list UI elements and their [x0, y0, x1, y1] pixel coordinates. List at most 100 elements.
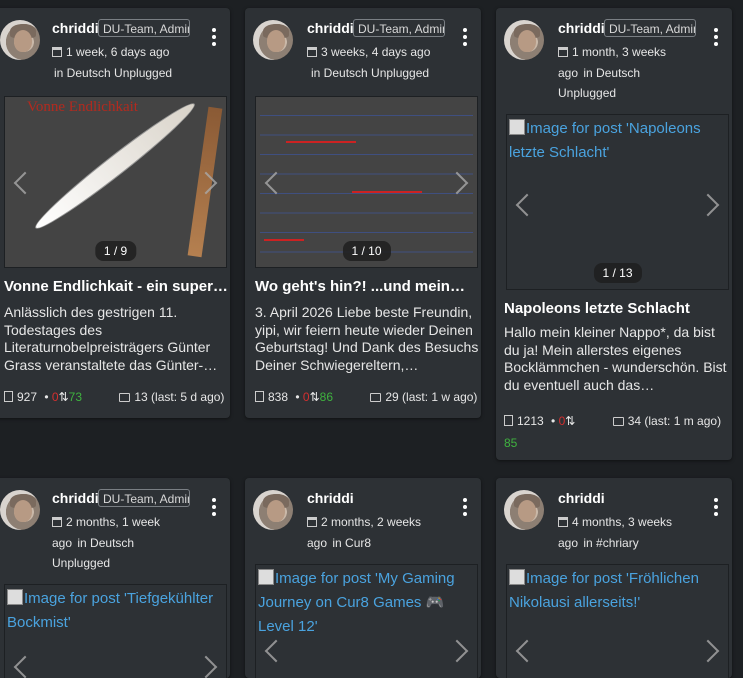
post-excerpt[interactable]: 3. April 2026 Liebe beste Freundin, yipi… [255, 304, 479, 374]
broken-image: Image for post 'My Gaming Journey on Cur… [258, 569, 455, 635]
calendar-icon [307, 47, 317, 57]
comment-count[interactable]: 13 (last: 5 d ago) [134, 390, 224, 404]
post-excerpt[interactable]: Anlässlich des gestrigen 11. Todestages … [4, 304, 228, 374]
post-community[interactable]: in Deutsch Unplugged [54, 66, 172, 80]
comment-count[interactable]: 29 (last: 1 w ago) [385, 390, 477, 404]
post-card[interactable]: chriddi 4 months, 3 weeks ago in #chriar… [496, 478, 732, 678]
chevron-right-icon[interactable] [696, 193, 720, 217]
view-count: 1213 [517, 414, 544, 428]
image-icon [7, 589, 23, 605]
slide-counter: 1 / 13 [593, 263, 642, 283]
post-meta: 2 months, 1 week ago in Deutsch Unplugge… [52, 512, 172, 574]
author-name[interactable]: chriddi [558, 490, 605, 506]
comment-icon [119, 393, 131, 402]
role-badge: DU-Team, Admin [604, 19, 696, 37]
chevron-right-icon[interactable] [445, 639, 469, 663]
view-count: 927 [17, 390, 38, 404]
post-title[interactable]: Wo geht's hin?! ...und mein… [255, 278, 480, 295]
chevron-left-icon[interactable] [264, 639, 288, 663]
more-options-icon[interactable] [463, 498, 467, 519]
avatar[interactable] [504, 490, 544, 530]
chevron-left-icon[interactable] [13, 171, 37, 195]
chevron-right-icon[interactable] [194, 655, 218, 678]
author-name[interactable]: chriddi [307, 490, 354, 506]
slide-counter: 1 / 10 [342, 241, 391, 261]
more-options-icon[interactable] [714, 498, 718, 519]
slide-counter: 1 / 9 [94, 241, 137, 261]
vote-icon[interactable]: ⇅ [565, 414, 575, 428]
image-icon [509, 569, 525, 585]
avatar[interactable] [253, 20, 293, 60]
avatar[interactable] [0, 20, 40, 60]
avatar[interactable] [253, 490, 293, 530]
post-meta: 2 months, 2 weeks ago in Cur8 [307, 512, 427, 553]
post-title[interactable]: Napoleons letzte Schlacht [504, 300, 729, 317]
role-badge: DU-Team, Admin [353, 19, 445, 37]
calendar-icon [558, 47, 568, 57]
post-card[interactable]: chriddi DU-Team, Admin 1 month, 3 weeks … [496, 8, 732, 460]
post-time: 3 weeks, 4 days ago [321, 45, 431, 59]
post-stats: 927 • 0⇅73 13 (last: 5 d ago) [4, 390, 230, 404]
view-count: 838 [268, 390, 289, 404]
upvote-count: 86 [319, 390, 334, 404]
more-options-icon[interactable] [212, 28, 216, 49]
post-card[interactable]: chriddi DU-Team, Admin 1 week, 6 days ag… [0, 8, 230, 418]
post-meta: 4 months, 3 weeks ago in #chriary [558, 512, 678, 553]
more-options-icon[interactable] [212, 498, 216, 519]
broken-image: Image for post 'Fröhlichen Nikolausi all… [509, 569, 699, 611]
avatar[interactable] [0, 490, 40, 530]
avatar[interactable] [504, 20, 544, 60]
comment-icon [612, 417, 624, 426]
post-stats: 838 • 0⇅86 29 (last: 1 w ago) [255, 390, 481, 404]
post-meta: 3 weeks, 4 days ago in Deutsch Unplugged [307, 42, 447, 84]
image-slider[interactable]: Image for post 'Napoleons letzte Schlach… [506, 114, 729, 290]
comment-count[interactable]: 34 (last: 1 m ago) [628, 414, 721, 428]
comment-icon [370, 393, 382, 402]
role-badge: DU-Team, Admin [98, 19, 190, 37]
broken-image: Image for post 'Napoleons letzte Schlach… [509, 119, 701, 161]
image-icon [509, 119, 525, 135]
post-excerpt[interactable]: Hallo mein kleiner Nappo*, da bist du ja… [504, 324, 728, 394]
author-name[interactable]: chriddi [52, 20, 99, 36]
image-slider[interactable]: Image for post 'Tiefgekühlter Bockmist' [4, 584, 227, 678]
chevron-right-icon[interactable] [696, 639, 720, 663]
author-name[interactable]: chriddi [558, 20, 605, 36]
image-slider[interactable]: 1 / 10 [255, 96, 478, 268]
downvote-count: 0 [302, 390, 310, 404]
post-community[interactable]: in Cur8 [332, 536, 371, 550]
author-name[interactable]: chriddi [52, 490, 99, 506]
chevron-left-icon[interactable] [515, 639, 539, 663]
post-time: 1 week, 6 days ago [66, 45, 170, 59]
upvote-count: 73 [68, 390, 83, 404]
post-card[interactable]: chriddi DU-Team, Admin 3 weeks, 4 days a… [245, 8, 481, 418]
post-community[interactable]: in Deutsch Unplugged [311, 66, 429, 80]
image-icon [258, 569, 274, 585]
upvote-count: 85 [504, 436, 518, 450]
image-slider[interactable]: Vonne Endlichkait 1 / 9 [4, 96, 227, 268]
post-title[interactable]: Vonne Endlichkait - ein super… [4, 278, 229, 295]
downvote-count: 0 [51, 390, 59, 404]
vote-icon[interactable]: ⇅ [310, 390, 320, 404]
vote-icon[interactable]: ⇅ [59, 390, 69, 404]
broken-image: Image for post 'Tiefgekühlter Bockmist' [7, 589, 214, 631]
document-icon [4, 391, 13, 402]
more-options-icon[interactable] [714, 28, 718, 49]
calendar-icon [52, 47, 62, 57]
post-stats: 1213 • 0⇅ 34 (last: 1 m ago) 85 [504, 414, 722, 450]
author-name[interactable]: chriddi [307, 20, 354, 36]
image-slider[interactable]: Image for post 'My Gaming Journey on Cur… [255, 564, 478, 678]
post-card[interactable]: chriddi 2 months, 2 weeks ago in Cur8 Im… [245, 478, 481, 678]
image-slider[interactable]: Image for post 'Fröhlichen Nikolausi all… [506, 564, 729, 678]
document-icon [504, 415, 513, 426]
document-icon [255, 391, 264, 402]
calendar-icon [52, 517, 62, 527]
chevron-left-icon[interactable] [13, 655, 37, 678]
calendar-icon [558, 517, 568, 527]
chevron-left-icon[interactable] [515, 193, 539, 217]
post-meta: 1 month, 3 weeks ago in Deutsch Unplugge… [558, 42, 678, 104]
post-card[interactable]: chriddi DU-Team, Admin 2 months, 1 week … [0, 478, 230, 678]
calendar-icon [307, 517, 317, 527]
more-options-icon[interactable] [463, 28, 467, 49]
role-badge: DU-Team, Admin [98, 489, 190, 507]
post-community[interactable]: in #chriary [583, 536, 638, 550]
